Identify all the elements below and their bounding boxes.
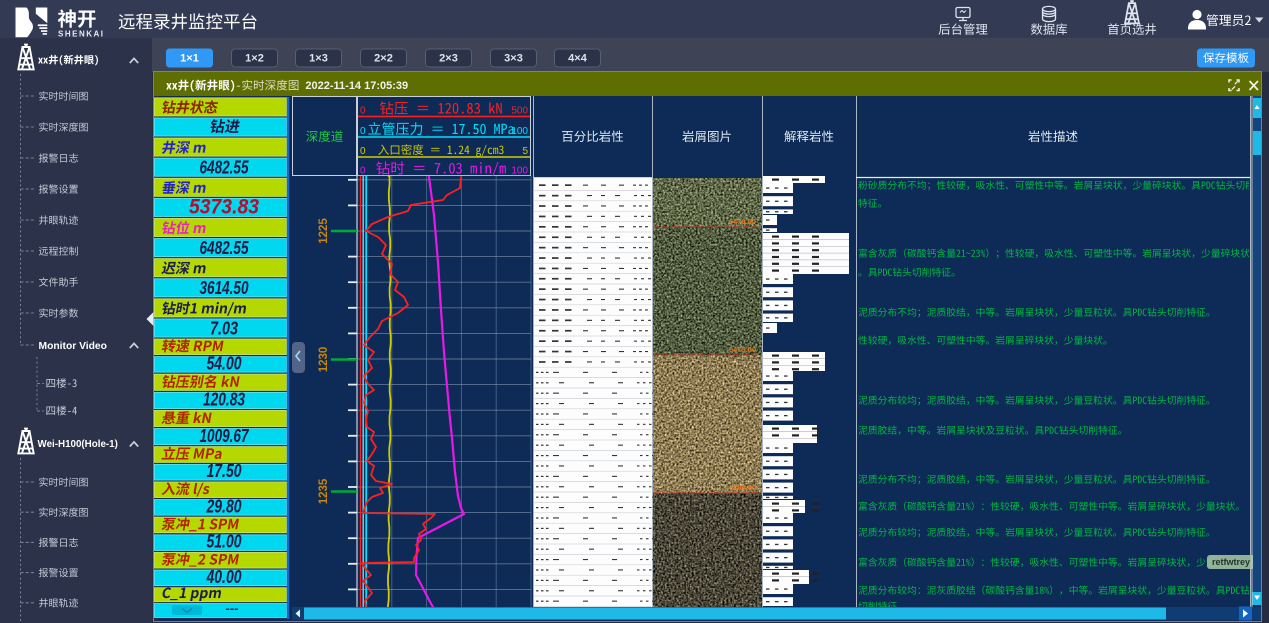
svg-text:29.80: 29.80 [206, 496, 242, 516]
svg-text:Wei-H100(Hole-1): Wei-H100(Hole-1) [38, 439, 118, 450]
svg-text:100: 100 [511, 126, 528, 137]
svg-text:54.00: 54.00 [207, 353, 242, 373]
svg-text:5: 5 [522, 146, 528, 157]
svg-text:6470.00: 6470.00 [729, 217, 756, 226]
svg-text:5373.83: 5373.83 [189, 195, 259, 219]
svg-text:2022-11-14 17:05:39: 2022-11-14 17:05:39 [305, 80, 408, 92]
svg-text:3614.50: 3614.50 [200, 278, 249, 298]
svg-text:SHENKAI: SHENKAI [58, 30, 105, 39]
svg-text:0: 0 [360, 146, 366, 157]
svg-text:0: 0 [360, 166, 366, 177]
svg-text:17.50: 17.50 [207, 461, 242, 481]
svg-text:2×3: 2×3 [439, 53, 458, 65]
svg-text:1×3: 1×3 [309, 53, 328, 65]
svg-text:2×2: 2×2 [374, 53, 393, 65]
svg-text:500: 500 [511, 106, 528, 117]
svg-text:1225: 1225 [318, 218, 330, 244]
svg-text:6480.00: 6480.00 [729, 483, 756, 492]
svg-text:Monitor Video: Monitor Video [39, 341, 107, 352]
svg-text:1×1: 1×1 [180, 53, 199, 65]
svg-text:100: 100 [511, 166, 528, 177]
svg-text:4×4: 4×4 [568, 53, 588, 65]
svg-text:0: 0 [360, 126, 366, 137]
svg-text:---: --- [226, 601, 239, 616]
svg-text:1009.67: 1009.67 [200, 426, 250, 446]
svg-text:3×3: 3×3 [504, 53, 523, 65]
svg-text:51.00: 51.00 [207, 532, 242, 552]
svg-text:0: 0 [360, 106, 366, 117]
svg-text:7.03: 7.03 [210, 318, 238, 338]
svg-text:6482.55: 6482.55 [200, 238, 250, 258]
svg-text:1×2: 1×2 [245, 53, 264, 65]
svg-text:6482.55: 6482.55 [200, 158, 250, 178]
svg-text:40.00: 40.00 [206, 567, 242, 587]
svg-text:120.83: 120.83 [203, 390, 245, 410]
svg-text:1230: 1230 [318, 347, 330, 373]
svg-text:retfwtrey: retfwtrey [1212, 557, 1250, 567]
svg-text:6475.00: 6475.00 [729, 345, 756, 354]
svg-text:1235: 1235 [318, 478, 330, 504]
